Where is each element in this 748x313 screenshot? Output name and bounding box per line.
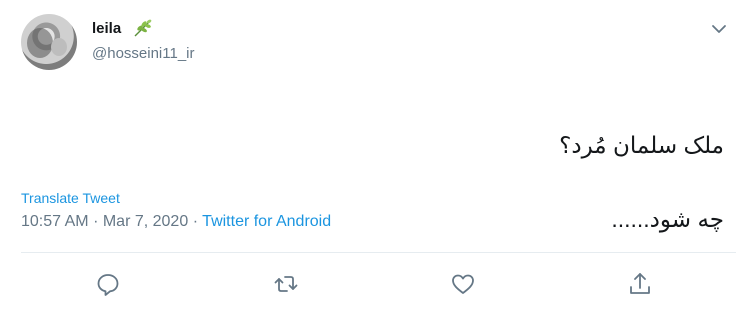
tweet-source-link[interactable]: Twitter for Android [202, 213, 331, 230]
reply-icon [97, 274, 119, 296]
meta-separator: · [93, 213, 99, 230]
tweet-date[interactable]: Mar 7, 2020 [103, 213, 188, 230]
divider [21, 252, 736, 253]
retweet-icon [274, 276, 298, 292]
share-icon [630, 273, 650, 294]
leaf-emoji-icon [134, 19, 152, 37]
share-button[interactable] [626, 270, 654, 298]
heart-icon [452, 274, 474, 294]
translate-tweet-link[interactable]: Translate Tweet [21, 190, 120, 206]
avatar-person-left [27, 28, 53, 58]
tweet-text: ملک سلمان مُرد؟ چه شود...... [104, 90, 724, 275]
display-name[interactable]: leila [92, 19, 121, 39]
tweet-meta: 10:57 AM · Mar 7, 2020 · Twitter for And… [21, 211, 331, 233]
like-button[interactable] [449, 270, 477, 298]
tweet-time[interactable]: 10:57 AM [21, 213, 89, 230]
meta-separator: · [192, 213, 199, 230]
tweet-text-line: ملک سلمان مُرد؟ [559, 132, 724, 158]
avatar[interactable] [21, 14, 77, 70]
user-handle[interactable]: @hosseini11_ir [92, 44, 195, 64]
avatar-person-right [51, 38, 67, 56]
reply-button[interactable] [94, 270, 122, 298]
retweet-button[interactable] [272, 270, 300, 298]
chevron-down-icon[interactable] [708, 18, 730, 40]
